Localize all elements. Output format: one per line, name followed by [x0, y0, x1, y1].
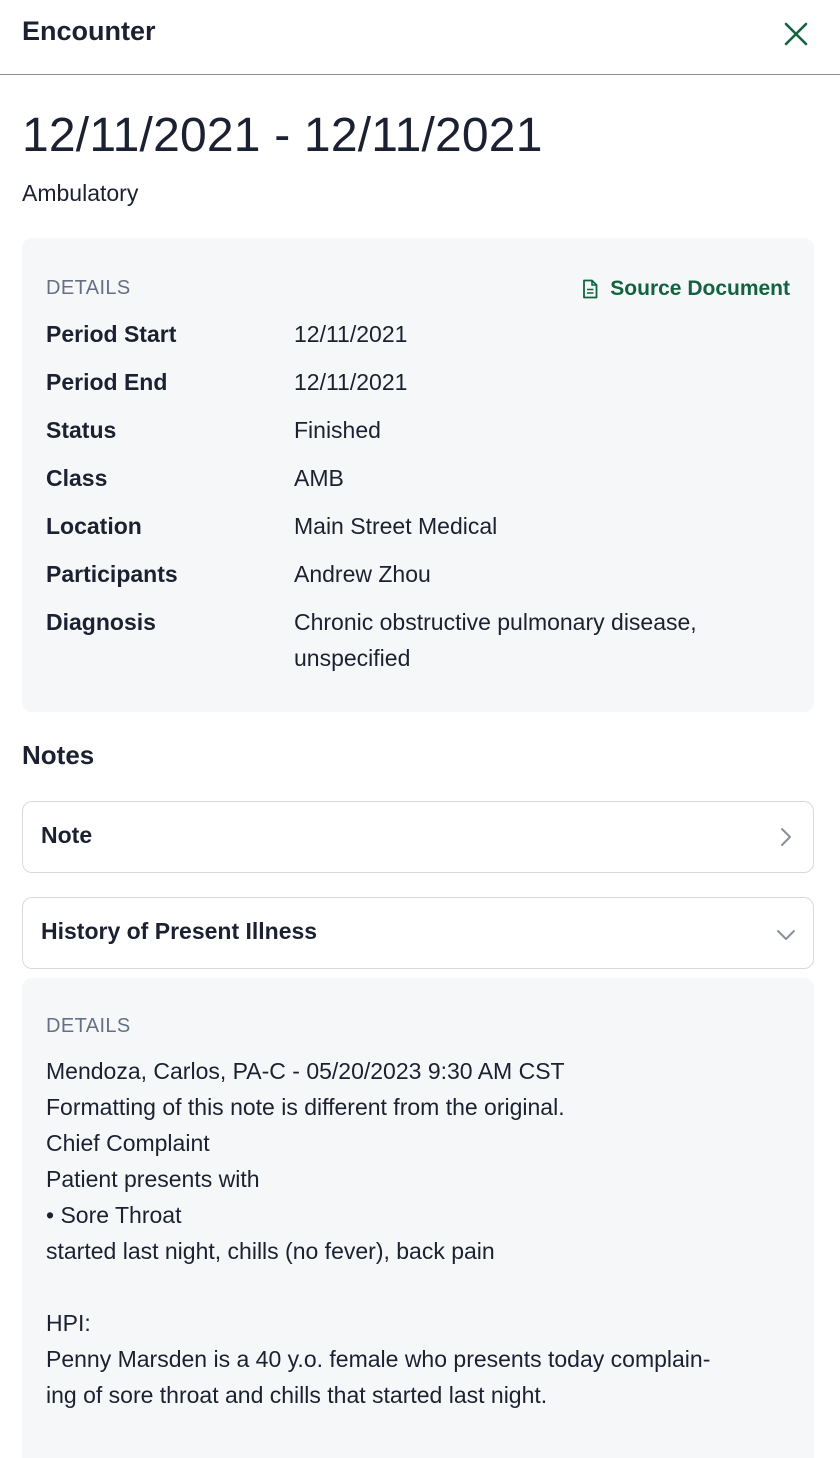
header: Encounter — [0, 0, 840, 75]
hpi-details-card: DETAILS Mendoza, Carlos, PA-C - 05/20/20… — [22, 978, 814, 1458]
detail-value: AMB — [294, 465, 344, 491]
detail-key: Location — [46, 513, 142, 539]
note-line: ing of sore throat and chills that start… — [46, 1382, 548, 1408]
close-icon — [784, 22, 808, 46]
note-line: Mendoza, Carlos, PA-C - 05/20/2023 9:30 … — [46, 1058, 565, 1084]
note-line: Formatting of this note is different fro… — [46, 1094, 565, 1120]
detail-key: Status — [46, 417, 117, 443]
detail-key: Participants — [46, 561, 178, 587]
close-button[interactable] — [778, 16, 814, 52]
detail-value: Finished — [294, 417, 381, 443]
encounter-type: Ambulatory — [22, 180, 139, 206]
note-line: • Sore Throat — [46, 1202, 182, 1228]
detail-value: Chronic obstructive pulmonary disease, u… — [294, 609, 697, 671]
note-line: Chief Complaint — [46, 1130, 210, 1156]
note-line: Penny Marsden is a 40 y.o. female who pr… — [46, 1346, 711, 1372]
detail-key: Period Start — [46, 321, 177, 347]
detail-value: Main Street Medical — [294, 513, 498, 539]
detail-value: Andrew Zhou — [294, 561, 431, 587]
detail-key: Diagnosis — [46, 609, 156, 635]
detail-value: 12/11/2021 — [294, 369, 408, 395]
source-document-label: Source Document — [610, 277, 790, 300]
note-line: started last night, chills (no fever), b… — [46, 1238, 495, 1264]
document-icon — [583, 279, 598, 299]
detail-key: Period End — [46, 369, 168, 395]
note-line: HPI: — [46, 1310, 91, 1336]
detail-key: Class — [46, 465, 108, 491]
hpi-details-label: DETAILS — [46, 1015, 131, 1037]
source-document-link[interactable]: Source Document — [582, 277, 790, 301]
note-line: Patient presents with — [46, 1166, 260, 1192]
details-label: DETAILS — [46, 277, 131, 299]
header-title: Encounter — [22, 16, 156, 46]
detail-value: 12/11/2021 — [294, 321, 408, 347]
chevron-right-icon — [781, 828, 791, 846]
hpi-accordion-item[interactable]: History of Present Illness — [22, 897, 814, 969]
note-accordion-item[interactable]: Note — [22, 801, 814, 873]
hpi-accordion-label: History of Present Illness — [41, 918, 318, 944]
encounter-date-range: 12/11/2021 - 12/11/2021 — [22, 109, 543, 162]
chevron-down-icon — [777, 930, 795, 940]
details-card: DETAILS Source Document Period Start 12/… — [22, 238, 814, 712]
note-accordion-label: Note — [41, 822, 93, 848]
notes-title: Notes — [22, 740, 95, 770]
